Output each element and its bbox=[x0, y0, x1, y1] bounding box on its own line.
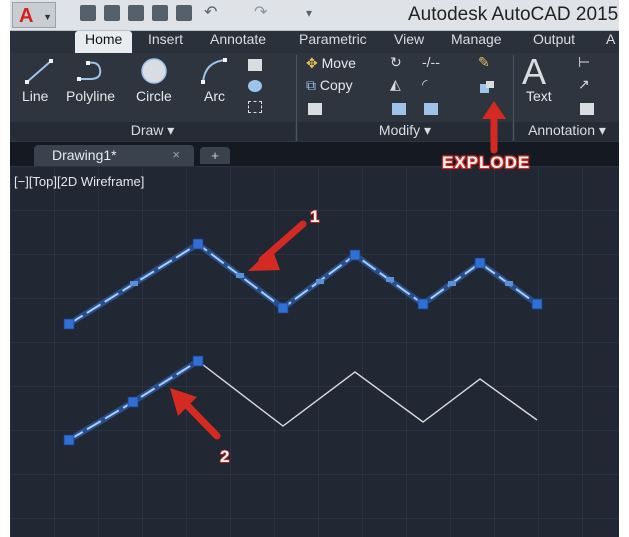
text-tool-button[interactable]: Text bbox=[526, 88, 552, 104]
redo-icon[interactable]: ↷ bbox=[254, 5, 276, 21]
selected-polyline-highlight bbox=[68, 243, 538, 325]
tab-parametric[interactable]: Parametric bbox=[299, 31, 367, 53]
copy-icon: ⧉ bbox=[306, 77, 316, 93]
erase-icon[interactable]: ✎ bbox=[478, 54, 490, 71]
open-file-icon[interactable] bbox=[104, 5, 120, 21]
print-icon[interactable] bbox=[176, 5, 192, 21]
save-as-icon[interactable] bbox=[152, 5, 168, 21]
window-title: Autodesk AutoCAD 2015 bbox=[408, 4, 619, 25]
polyline-tool-button[interactable]: Polyline bbox=[66, 88, 115, 104]
new-tab-button[interactable]: + bbox=[200, 147, 230, 164]
tab-output[interactable]: Output bbox=[533, 31, 575, 53]
chevron-down-icon: ▼ bbox=[43, 12, 52, 22]
arc-tool-button[interactable]: Arc bbox=[204, 88, 225, 104]
array-icon[interactable] bbox=[424, 103, 438, 115]
rotate-icon[interactable]: ↻ bbox=[390, 54, 402, 71]
callout-arrow-1 bbox=[248, 220, 307, 271]
move-label: Move bbox=[321, 55, 356, 71]
rectangle-icon[interactable] bbox=[248, 59, 262, 71]
autocad-window: A ▼ ↶ ↷ ▾ Autodesk AutoCAD 2015 Home Ins… bbox=[10, 0, 619, 537]
dimension-icon[interactable]: ⊢ bbox=[578, 54, 590, 71]
explode-arrow bbox=[482, 101, 506, 154]
save-icon[interactable] bbox=[128, 5, 144, 21]
application-menu-button[interactable]: A ▼ bbox=[12, 2, 56, 28]
callout-number-2: 2 bbox=[220, 447, 229, 466]
move-icon: ✥ bbox=[306, 55, 318, 71]
autocad-logo-icon: A bbox=[19, 5, 34, 27]
modify-panel-label: Modify bbox=[378, 122, 421, 138]
undo-icon[interactable]: ↶ bbox=[204, 5, 226, 21]
tab-view[interactable]: View bbox=[394, 31, 424, 53]
line-icon bbox=[25, 59, 53, 84]
explode-icon[interactable] bbox=[478, 79, 496, 95]
explode-callout-label: EXPLODE bbox=[442, 153, 531, 172]
drawing-viewport[interactable]: [−][Top][2D Wireframe] 1 2 bbox=[10, 166, 619, 537]
ribbon-tab-bar: Home Insert Annotate Parametric View Man… bbox=[10, 31, 619, 53]
copy-button[interactable]: ⧉ Copy bbox=[306, 77, 353, 94]
trim-icon[interactable]: -/-- bbox=[422, 54, 440, 70]
selected-polyline[interactable] bbox=[67, 241, 539, 327]
stretch-icon[interactable] bbox=[308, 103, 322, 115]
ribbon: Line Polyline Circle Arc Draw ▾ ✥ Move ⧉… bbox=[10, 51, 619, 142]
copy-label: Copy bbox=[319, 77, 353, 93]
text-icon: A bbox=[522, 51, 547, 92]
document-tab-label: Drawing1* bbox=[52, 147, 117, 163]
document-tab[interactable]: Drawing1* × bbox=[34, 145, 194, 166]
leader-icon[interactable]: ↗ bbox=[578, 76, 590, 93]
circle-tool-button[interactable]: Circle bbox=[136, 88, 172, 104]
panel-divider bbox=[296, 55, 297, 141]
exploded-lines[interactable] bbox=[197, 360, 538, 427]
tab-annotate[interactable]: Annotate bbox=[210, 31, 266, 53]
move-button[interactable]: ✥ Move bbox=[306, 55, 356, 72]
tab-home[interactable]: Home bbox=[75, 31, 133, 53]
tab-more[interactable]: A bbox=[606, 31, 615, 53]
annotation-panel-label: Annotation bbox=[528, 122, 596, 138]
tab-insert[interactable]: Insert bbox=[148, 31, 183, 53]
table-icon[interactable] bbox=[580, 103, 594, 115]
arc-icon bbox=[201, 58, 227, 84]
scale-icon[interactable] bbox=[392, 103, 406, 115]
callout-arrow-2 bbox=[170, 388, 221, 440]
tab-manage[interactable]: Manage bbox=[451, 31, 502, 53]
new-file-icon[interactable] bbox=[80, 5, 96, 21]
annotation-panel-title[interactable]: Annotation ▾ bbox=[515, 122, 619, 141]
line-tool-button[interactable]: Line bbox=[22, 88, 48, 104]
boundary-icon[interactable] bbox=[248, 101, 262, 113]
circle-icon bbox=[141, 58, 167, 84]
callout-number-1: 1 bbox=[310, 207, 319, 226]
drawing-area[interactable]: 1 2 bbox=[10, 166, 619, 537]
fillet-icon[interactable]: ◜ bbox=[422, 76, 427, 93]
draw-panel-label: Draw bbox=[130, 122, 164, 138]
hatch-icon[interactable] bbox=[248, 80, 262, 92]
close-icon[interactable]: × bbox=[172, 147, 180, 162]
mirror-icon[interactable]: ◭ bbox=[390, 76, 401, 93]
title-bar: A ▼ ↶ ↷ ▾ Autodesk AutoCAD 2015 bbox=[10, 0, 619, 31]
draw-panel-title[interactable]: Draw ▾ bbox=[10, 122, 295, 141]
customize-toolbar-icon[interactable]: ▾ bbox=[306, 5, 322, 21]
polyline-icon bbox=[77, 61, 102, 81]
